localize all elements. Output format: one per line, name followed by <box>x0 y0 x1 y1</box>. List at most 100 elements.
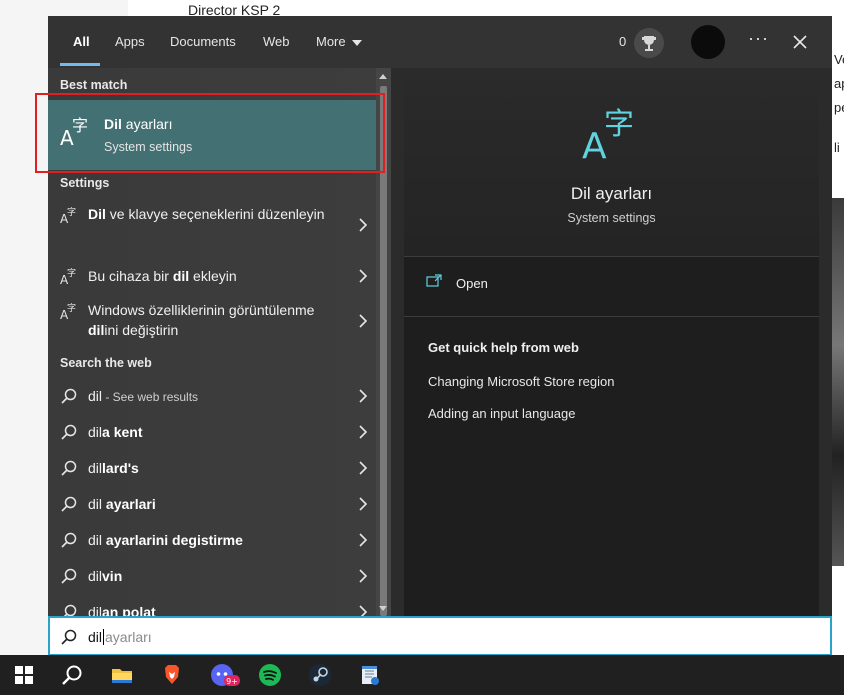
chevron-right-icon[interactable] <box>358 461 368 475</box>
web-result-item[interactable]: dil ayarlari <box>48 490 376 518</box>
search-box[interactable]: dil ayarları <box>48 616 832 656</box>
trophy-icon[interactable] <box>634 28 664 58</box>
svg-text:字: 字 <box>67 267 76 279</box>
web-result-item[interactable]: dil - See web results <box>48 382 376 410</box>
taskbar-steam[interactable] <box>296 655 344 695</box>
search-topbar: All Apps Documents Web More 0 ··· <box>48 16 832 68</box>
settings-result-item[interactable]: A 字 Bu cihaza bir dil ekleyin <box>48 262 376 290</box>
taskbar-file-explorer[interactable] <box>98 655 146 695</box>
chevron-right-icon[interactable] <box>358 497 368 511</box>
web-result-label: dillard's <box>88 460 139 476</box>
chevron-right-icon[interactable] <box>358 533 368 547</box>
section-best-match: Best match <box>60 78 128 92</box>
chevron-right-icon[interactable] <box>358 269 368 283</box>
language-icon: A字 <box>60 302 78 322</box>
chevron-right-icon[interactable] <box>358 218 368 232</box>
settings-result-item[interactable]: A 字 Windows özelliklerinin görüntülenme di… <box>48 300 376 342</box>
background-fragment: ap <box>834 76 844 91</box>
help-link-store-region[interactable]: Changing Microsoft Store region <box>428 374 614 389</box>
avatar[interactable] <box>691 25 725 59</box>
search-icon <box>60 495 78 513</box>
brave-icon <box>165 665 179 684</box>
chevron-down-icon <box>351 39 362 46</box>
svg-text:字: 字 <box>604 107 634 142</box>
search-icon <box>60 459 78 477</box>
help-link-input-language[interactable]: Adding an input language <box>428 406 575 421</box>
section-search-web: Search the web <box>60 356 152 370</box>
more-options-icon[interactable]: ··· <box>748 28 769 49</box>
language-icon: A字 <box>60 267 78 287</box>
svg-text:字: 字 <box>67 206 76 218</box>
search-icon <box>60 423 78 441</box>
web-result-item[interactable]: dilvin <box>48 562 376 590</box>
settings-result-label: Dil ve klavye seçeneklerini düzenleyin <box>88 206 325 222</box>
open-icon <box>426 274 442 287</box>
start-button[interactable] <box>0 655 48 695</box>
preview-title: Dil ayarları <box>570 184 653 203</box>
settings-result-label: Windows özelliklerinin görüntülenme dili… <box>88 302 315 338</box>
background-fragment: li <box>834 140 840 155</box>
svg-text:字: 字 <box>67 302 76 314</box>
chevron-right-icon[interactable] <box>358 389 368 403</box>
web-result-label: dil ayarlari <box>88 496 156 512</box>
open-label: Open <box>456 276 488 291</box>
notification-badge: 9+ <box>226 677 238 686</box>
search-icon <box>61 629 77 645</box>
chevron-right-icon[interactable] <box>358 314 368 328</box>
background-fragment: Ve <box>834 52 844 67</box>
preview-subtitle: System settings <box>567 211 656 225</box>
active-tab-indicator <box>60 63 100 66</box>
tab-more[interactable]: More <box>316 34 362 49</box>
web-result-label: dil - See web results <box>88 388 199 404</box>
settings-result-item[interactable]: A 字 Dil ve klavye seçeneklerini düzenleyin <box>48 204 376 246</box>
scroll-up-icon[interactable] <box>379 74 387 79</box>
divider <box>404 316 819 317</box>
taskbar-brave[interactable] <box>148 655 196 695</box>
divider <box>404 256 819 257</box>
notepad-icon <box>362 666 379 685</box>
settings-result-label: Bu cihaza bir dil ekleyin <box>88 268 237 284</box>
web-result-label: dil ayarlarini degistirme <box>88 532 243 548</box>
web-result-item[interactable]: dila kent <box>48 418 376 446</box>
close-icon[interactable] <box>788 30 812 54</box>
open-action[interactable]: Open <box>426 274 488 291</box>
search-icon <box>60 567 78 585</box>
search-input[interactable]: dil ayarları <box>88 629 152 645</box>
text-caret <box>103 629 105 645</box>
chevron-right-icon[interactable] <box>358 425 368 439</box>
taskbar-discord[interactable]: 9+ <box>198 655 246 695</box>
tab-web[interactable]: Web <box>263 34 290 49</box>
tab-more-label: More <box>316 34 346 49</box>
taskbar-notepad[interactable] <box>346 655 394 695</box>
taskbar-search-button[interactable] <box>48 655 96 695</box>
web-result-item[interactable]: dillard's <box>48 454 376 482</box>
tab-apps[interactable]: Apps <box>115 34 145 49</box>
chevron-right-icon[interactable] <box>358 569 368 583</box>
preview-pane: A 字 Dil ayarları System settings Open Ge… <box>404 80 819 656</box>
search-icon <box>60 387 78 405</box>
search-icon <box>60 531 78 549</box>
background-fragment: pe <box>834 100 844 115</box>
tab-documents[interactable]: Documents <box>170 34 236 49</box>
background-image <box>832 198 844 566</box>
taskbar: 9+ <box>0 655 844 695</box>
web-result-label: dila kent <box>88 424 143 440</box>
preview-header: A 字 Dil ayarları System settings <box>404 80 819 256</box>
taskbar-spotify[interactable] <box>246 655 294 695</box>
language-icon: A 字 <box>582 107 634 162</box>
search-suggestion-text: ayarları <box>105 629 152 645</box>
help-title: Get quick help from web <box>428 340 579 355</box>
spotify-icon <box>259 664 281 686</box>
windows-icon <box>15 666 33 684</box>
steam-icon <box>309 664 331 686</box>
discord-icon: 9+ <box>211 664 240 686</box>
language-icon: A字 <box>60 206 78 226</box>
folder-icon <box>112 669 132 683</box>
tab-all[interactable]: All <box>73 34 90 49</box>
web-result-label: dilvin <box>88 568 123 584</box>
search-icon <box>62 665 82 685</box>
web-result-item[interactable]: dil ayarlarini degistirme <box>48 526 376 554</box>
rewards-points: 0 <box>619 34 627 49</box>
scroll-down-icon[interactable] <box>379 606 387 611</box>
annotation-highlight <box>35 93 385 173</box>
